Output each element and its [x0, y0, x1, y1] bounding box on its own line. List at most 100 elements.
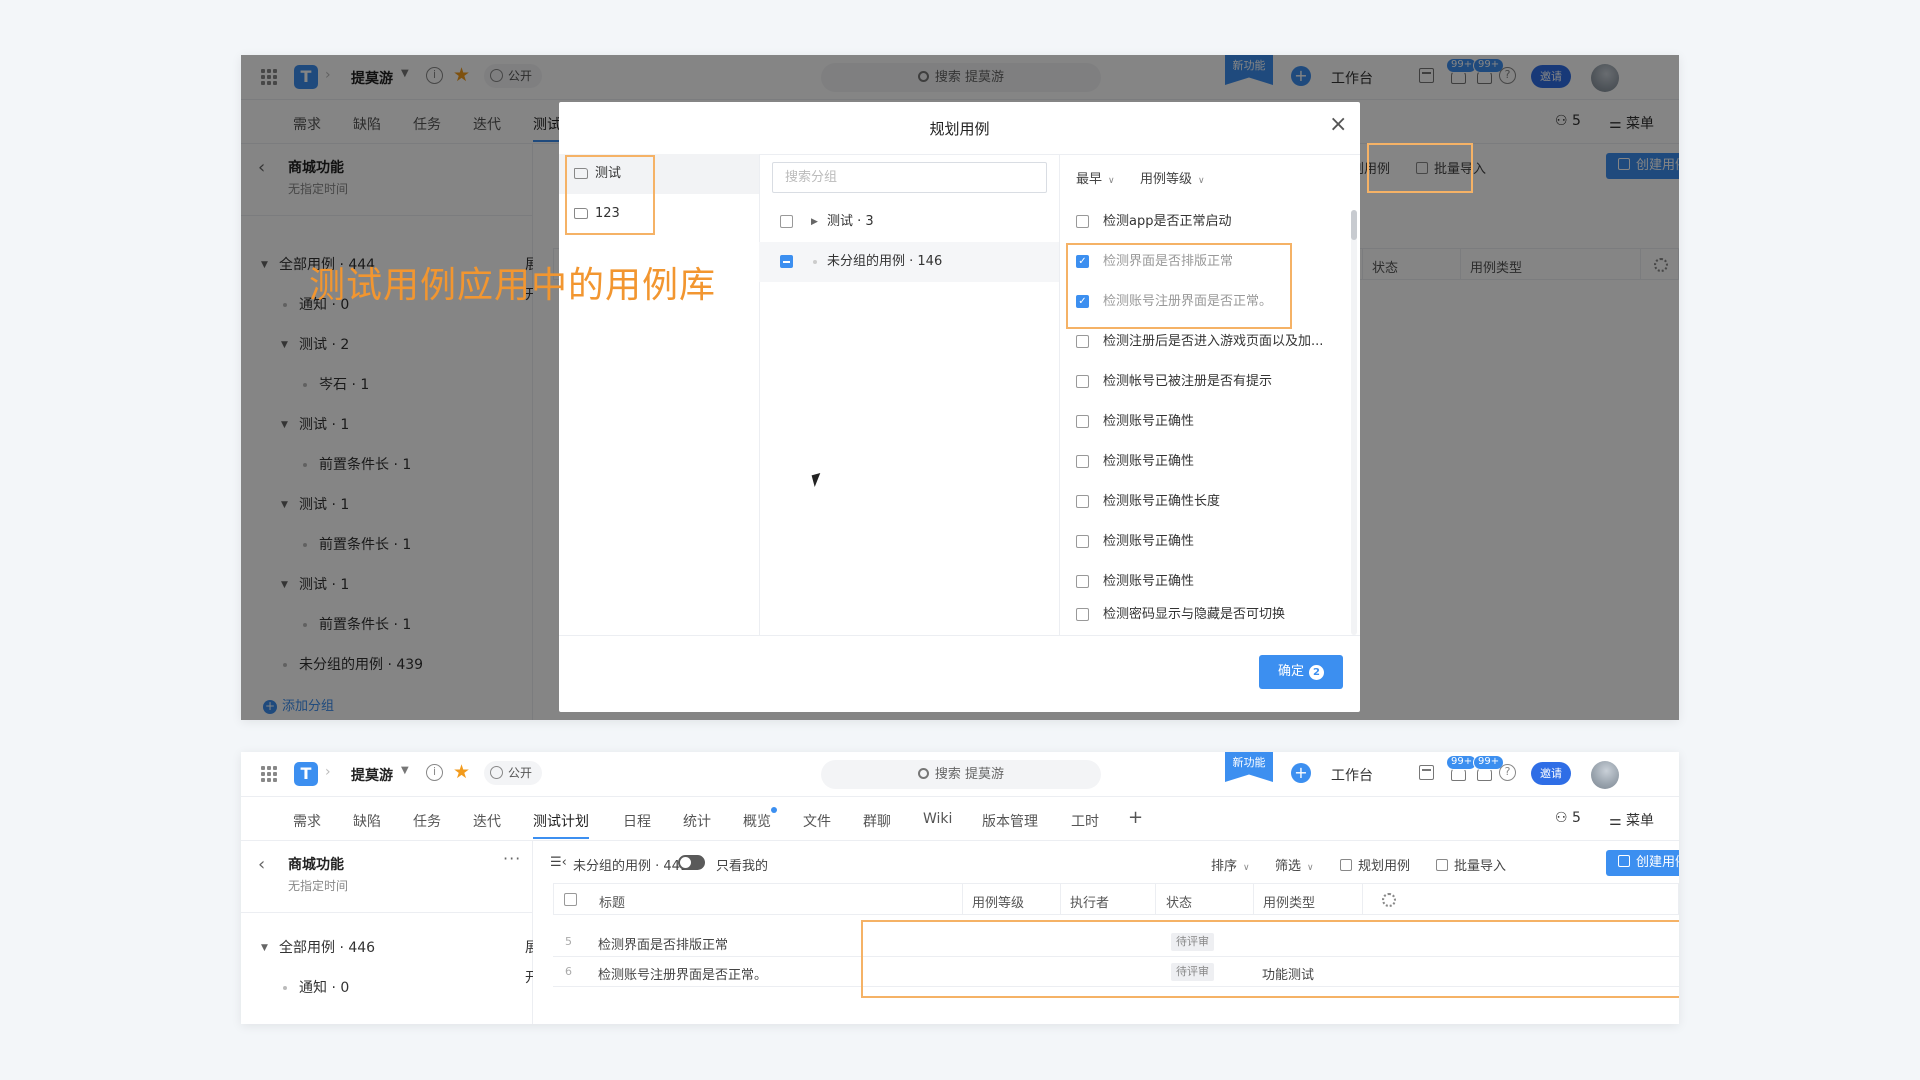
avatar[interactable] — [1591, 761, 1619, 789]
tab-test-plan[interactable]: 测试计划 — [533, 811, 589, 839]
tab-schedule[interactable]: 日程 — [623, 811, 651, 831]
invite-button[interactable]: 邀请 — [1531, 762, 1571, 785]
case-item[interactable]: 检测帐号已被注册是否有提示 — [1059, 362, 1349, 402]
case-item[interactable]: 检测账号正确性 — [1059, 522, 1349, 562]
tab-overview[interactable]: 概览 — [743, 811, 771, 831]
case-label: 检测账号正确性长度 — [1103, 494, 1221, 509]
group-search-input[interactable]: 搜索分组 — [772, 162, 1047, 193]
collapse-list-icon[interactable]: ☰‹ — [550, 855, 567, 870]
filter-dropdown[interactable]: 筛选 ∨ — [1275, 855, 1314, 874]
checkbox[interactable] — [1076, 575, 1089, 588]
sort-dropdown[interactable]: 排序 ∨ — [1211, 855, 1250, 874]
create-case-button[interactable]: 创建用例 — [1606, 850, 1679, 876]
select-all-checkbox[interactable] — [564, 893, 577, 906]
checkbox-checked[interactable]: ✓ — [1076, 295, 1089, 308]
back-icon[interactable]: ‹ — [258, 854, 265, 875]
top-header: T › 提莫游 ▼ i ★ 公开 搜索 提莫游 新功能 + 工作台 99+ 99… — [241, 752, 1679, 797]
batch-import-button[interactable]: 批量导入 — [1436, 855, 1506, 874]
checkbox[interactable] — [780, 215, 793, 228]
search-input[interactable]: 搜索 提莫游 — [821, 760, 1101, 789]
divider — [1060, 884, 1061, 915]
tab-bugs[interactable]: 缺陷 — [353, 811, 381, 831]
info-icon[interactable]: i — [426, 764, 443, 781]
main-content: ☰‹ 未分组的用例 · 441 只看我的 排序 ∨ 筛选 ∨ 规划用例 批量导入 创… — [533, 841, 1679, 1024]
tab-files[interactable]: 文件 — [803, 811, 831, 831]
checkbox[interactable] — [1076, 415, 1089, 428]
col-status[interactable]: 状态 — [1166, 892, 1192, 911]
row-title[interactable]: 检测界面是否排版正常 — [598, 934, 728, 953]
tab-tasks[interactable]: 任务 — [413, 811, 441, 831]
case-item[interactable]: 检测app是否正常启动 — [1059, 202, 1349, 242]
menu-button[interactable]: ⚌ 菜单 — [1609, 810, 1654, 830]
member-count[interactable]: ⚇ 5 — [1555, 810, 1581, 826]
group-item[interactable]: 未分组的用例 · 146 — [759, 242, 1059, 282]
chevron-down-icon[interactable]: ▼ — [401, 765, 409, 776]
tab-wiki[interactable]: Wiki — [923, 811, 952, 827]
more-icon[interactable]: ··· — [503, 849, 521, 868]
tab-statistics[interactable]: 统计 — [683, 811, 711, 831]
close-icon[interactable]: × — [1329, 114, 1347, 136]
level-dropdown[interactable]: 用例等级 ∨ — [1140, 168, 1205, 187]
scrollbar[interactable] — [1351, 210, 1357, 635]
col-level[interactable]: 用例等级 — [972, 892, 1024, 911]
add-icon[interactable]: + — [1291, 763, 1311, 783]
checkbox[interactable] — [1076, 215, 1089, 228]
row-title[interactable]: 检测账号注册界面是否正常。 — [598, 964, 767, 983]
table-row[interactable]: 5 检测界面是否排版正常 待评审 — [553, 927, 1679, 957]
status-badge[interactable]: 待评审 — [1171, 963, 1214, 981]
col-case-type[interactable]: 用例类型 — [1263, 892, 1315, 911]
group-item[interactable]: ▶ 测试 · 3 — [759, 202, 1059, 242]
sort-label: 排序 — [1211, 859, 1238, 874]
case-label: 检测app是否正常启动 — [1103, 214, 1232, 229]
annotation-caption: 测试用例应用中的用例库 — [309, 265, 717, 306]
case-item[interactable]: ✓ 检测账号注册界面是否正常。 — [1059, 282, 1349, 322]
tree-item[interactable]: 通知 · 0 — [241, 973, 533, 1003]
case-item[interactable]: 检测账号正确性长度 — [1059, 482, 1349, 522]
screenshot-bottom: T › 提莫游 ▼ i ★ 公开 搜索 提莫游 新功能 + 工作台 99+ 99… — [241, 752, 1679, 1024]
tab-iterations[interactable]: 迭代 — [473, 811, 501, 831]
case-item[interactable]: 检测密码显示与隐藏是否可切换 — [1059, 595, 1349, 635]
col-executor[interactable]: 执行者 — [1070, 892, 1109, 911]
visibility-tag[interactable]: 公开 — [484, 761, 543, 785]
menu-label: 菜单 — [1626, 813, 1655, 829]
batch-import-label: 批量导入 — [1454, 859, 1507, 874]
workbench-link[interactable]: 工作台 — [1331, 765, 1373, 785]
case-item[interactable]: 检测账号正确性 — [1059, 442, 1349, 482]
caret-right-icon[interactable]: ▶ — [811, 202, 818, 242]
new-feature-ribbon[interactable]: 新功能 — [1225, 752, 1273, 782]
help-icon[interactable]: ? — [1499, 764, 1516, 781]
col-title[interactable]: 标题 — [599, 892, 625, 911]
checkbox[interactable] — [1076, 495, 1089, 508]
checkbox-partial[interactable] — [780, 255, 793, 268]
checkbox[interactable] — [1076, 375, 1089, 388]
confirm-button[interactable]: 确定 2 — [1259, 655, 1343, 689]
checkbox[interactable] — [1076, 535, 1089, 548]
project-name[interactable]: 提莫游 — [351, 765, 393, 785]
table-row[interactable]: 6 检测账号注册界面是否正常。 待评审 功能测试 — [553, 957, 1679, 987]
app-logo[interactable]: T — [294, 762, 318, 786]
checkbox[interactable] — [1076, 335, 1089, 348]
tree-all-cases[interactable]: ▼全部用例 · 446展开⇕ — [241, 933, 570, 986]
sort-label: 最早 — [1076, 172, 1103, 187]
checkbox-checked[interactable]: ✓ — [1076, 255, 1089, 268]
calendar-icon[interactable] — [1419, 765, 1434, 780]
library-item[interactable]: 测试 — [559, 154, 759, 194]
case-item[interactable]: ✓ 检测界面是否排版正常 — [1059, 242, 1349, 282]
star-icon[interactable]: ★ — [453, 761, 470, 783]
add-tab-icon[interactable]: + — [1128, 807, 1143, 828]
tab-requirements[interactable]: 需求 — [293, 811, 321, 831]
only-mine-toggle[interactable] — [678, 855, 705, 870]
library-item[interactable]: 123 — [559, 194, 759, 234]
plan-cases-button[interactable]: 规划用例 — [1340, 855, 1410, 874]
apps-grid-icon[interactable] — [261, 766, 277, 782]
tab-group-chat[interactable]: 群聊 — [863, 811, 891, 831]
tab-versions[interactable]: 版本管理 — [982, 811, 1038, 831]
tab-worktime[interactable]: 工时 — [1071, 811, 1099, 831]
checkbox[interactable] — [1076, 455, 1089, 468]
checkbox[interactable] — [1076, 608, 1089, 621]
gear-icon[interactable] — [1382, 893, 1396, 907]
sort-dropdown[interactable]: 最早 ∨ — [1076, 168, 1115, 187]
status-badge[interactable]: 待评审 — [1171, 933, 1214, 951]
case-item[interactable]: 检测账号正确性 — [1059, 402, 1349, 442]
case-item[interactable]: 检测注册后是否进入游戏页面以及加... — [1059, 322, 1349, 362]
